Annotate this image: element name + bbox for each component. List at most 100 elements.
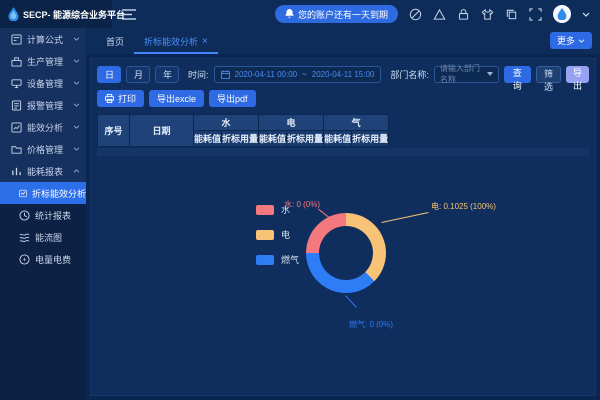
lock-icon[interactable] [457, 8, 470, 21]
close-icon[interactable]: × [202, 38, 208, 46]
sidebar-item-report[interactable]: 能耗报表 [0, 160, 86, 182]
chevron-down-icon [73, 59, 80, 63]
sidebar-subitem-label: 统计报表 [35, 209, 71, 222]
donut-label-gas: 燃气: 0 (0%) [349, 319, 393, 330]
legend-item-electric[interactable]: 电 [256, 228, 299, 241]
more-button[interactable]: 更多 [550, 32, 592, 49]
sidebar-item-label: 计算公式 [27, 33, 63, 46]
donut-labelline-water [318, 209, 330, 218]
sidebar-item-alarm[interactable]: 报警管理 [0, 94, 86, 116]
tab-bar: 首页 折标能效分析 × 更多 [86, 28, 600, 54]
logo: SECP- 能源综合业务平台 [0, 0, 112, 28]
filter-button[interactable]: 筛选 [536, 66, 561, 83]
col-header-date: 日期 [130, 115, 194, 147]
date-start-value: 2020-04-11 00:00 [235, 70, 298, 79]
period-month-button[interactable]: 月 [126, 66, 150, 83]
action-bar: 打印 导出excle 导出pdf [97, 90, 256, 107]
sidebar-subitem-electricity-fee[interactable]: 电量电费 [0, 248, 86, 270]
sidebar-item-production[interactable]: 生产管理 [0, 50, 86, 72]
period-day-button[interactable]: 日 [97, 66, 121, 83]
donut-label-electric: 电: 0.1025 (100%) [431, 201, 496, 212]
legend-swatch [256, 230, 274, 240]
tab-standard-analysis[interactable]: 折标能效分析 × [134, 35, 218, 54]
sidebar-subitem-statistics[interactable]: 统计报表 [0, 204, 86, 226]
col-header-value: 能耗值 [324, 131, 352, 147]
department-label: 部门名称: [390, 68, 429, 81]
legend-label: 电 [281, 228, 290, 241]
hamburger-menu-icon[interactable] [122, 9, 136, 20]
content-panel: 日 月 年 时间: 2020-04-11 00:00 ~ 2020-04-11 … [90, 58, 596, 396]
sidebar-subitem-label: 折标能效分析 [32, 187, 86, 200]
col-header-value: 能耗值 [259, 131, 287, 147]
chevron-down-icon[interactable] [582, 12, 590, 17]
sidebar-subitem-standard-analysis[interactable]: 折标能效分析 [0, 182, 86, 204]
legend-swatch [256, 205, 274, 215]
sidebar-item-label: 能效分析 [27, 121, 63, 134]
sidebar-item-price[interactable]: 价格管理 [0, 138, 86, 160]
sidebar-subitem-label: 电量电费 [35, 253, 71, 266]
sidebar-item-label: 能耗报表 [27, 165, 63, 178]
export-pdf-button[interactable]: 导出pdf [209, 90, 256, 107]
calendar-icon [221, 70, 230, 79]
chevron-down-icon [73, 103, 80, 107]
sidebar-item-label: 设备管理 [27, 77, 63, 90]
period-year-button[interactable]: 年 [155, 66, 179, 83]
sidebar-subitem-label: 能流图 [35, 231, 62, 244]
donut-chart[interactable] [306, 213, 386, 293]
sidebar-submenu: 折标能效分析 统计报表 能流图 电量电费 [0, 182, 86, 400]
sidebar-item-label: 生产管理 [27, 55, 63, 68]
flame-logo-icon [8, 7, 19, 21]
donut-labelline-gas [345, 295, 356, 308]
warning-triangle-icon[interactable] [433, 8, 446, 21]
legend-item-gas[interactable]: 燃气 [256, 253, 299, 266]
sidebar-nav: 计算公式 生产管理 设备管理 报警管理 能效分析 价格管理 能耗报表 折标能效分… [0, 28, 86, 400]
bell-icon [285, 9, 294, 19]
account-expiry-notice[interactable]: 您的账户还有一天到期 [275, 5, 398, 23]
user-avatar[interactable] [553, 5, 571, 23]
sidebar-item-label: 价格管理 [27, 143, 63, 156]
sidebar-item-efficiency[interactable]: 能效分析 [0, 116, 86, 138]
badge-icon[interactable] [409, 8, 422, 21]
chevron-down-icon [487, 72, 493, 76]
print-label: 打印 [118, 92, 136, 105]
col-header-no: 序号 [98, 115, 130, 147]
tab-label: 首页 [106, 35, 124, 48]
chart-legend: 水 电 燃气 [256, 203, 299, 266]
col-group-electric: 电 [259, 115, 324, 131]
sidebar-item-formula[interactable]: 计算公式 [0, 28, 86, 50]
copy-icon[interactable] [505, 8, 518, 21]
fullscreen-icon[interactable] [529, 8, 542, 21]
search-button[interactable]: 查询 [504, 66, 531, 83]
sidebar-subitem-energy-flow[interactable]: 能流图 [0, 226, 86, 248]
print-button[interactable]: 打印 [97, 90, 144, 107]
top-header: SECP- 能源综合业务平台 您的账户还有一天到期 [0, 0, 600, 28]
legend-label: 燃气 [281, 253, 299, 266]
export-excel-button[interactable]: 导出excle [149, 90, 204, 107]
col-group-gas: 气 [324, 115, 389, 131]
col-header-standard: 折标用量 [352, 131, 389, 147]
chevron-down-icon [73, 125, 80, 129]
app-title: SECP- 能源综合业务平台 [23, 8, 125, 21]
legend-swatch [256, 255, 274, 265]
time-label: 时间: [188, 68, 209, 81]
filter-bar: 日 月 年 时间: 2020-04-11 00:00 ~ 2020-04-11 … [97, 64, 589, 84]
more-label: 更多 [557, 34, 575, 47]
date-range-input[interactable]: 2020-04-11 00:00 ~ 2020-04-11 15:00 [214, 66, 382, 83]
department-placeholder: 请输入部门名称 [440, 63, 487, 85]
report-table: 序号 日期 水 电 气 能耗值 折标用量 能耗值 折标用量 能耗值 折标用量 [97, 114, 389, 147]
col-header-standard: 折标用量 [222, 131, 259, 147]
sidebar-item-equipment[interactable]: 设备管理 [0, 72, 86, 94]
energy-donut-chart-area: 水 电 燃气 水: 0 (0%) 电: 0.1025 (100%) 燃气: 0 … [91, 159, 595, 395]
department-select[interactable]: 请输入部门名称 [434, 66, 499, 83]
date-end-value: 2020-04-11 15:00 [312, 70, 375, 79]
theme-shirt-icon[interactable] [481, 8, 494, 21]
chevron-up-icon [73, 169, 80, 173]
export-button[interactable]: 导出 [566, 66, 589, 83]
table-empty-row [97, 148, 589, 156]
date-separator: ~ [302, 70, 307, 79]
sidebar-item-label: 报警管理 [27, 99, 63, 112]
notice-text: 您的账户还有一天到期 [298, 8, 388, 21]
donut-labelline-electric [381, 212, 428, 223]
tab-home[interactable]: 首页 [96, 35, 134, 54]
tab-label: 折标能效分析 [144, 35, 198, 48]
